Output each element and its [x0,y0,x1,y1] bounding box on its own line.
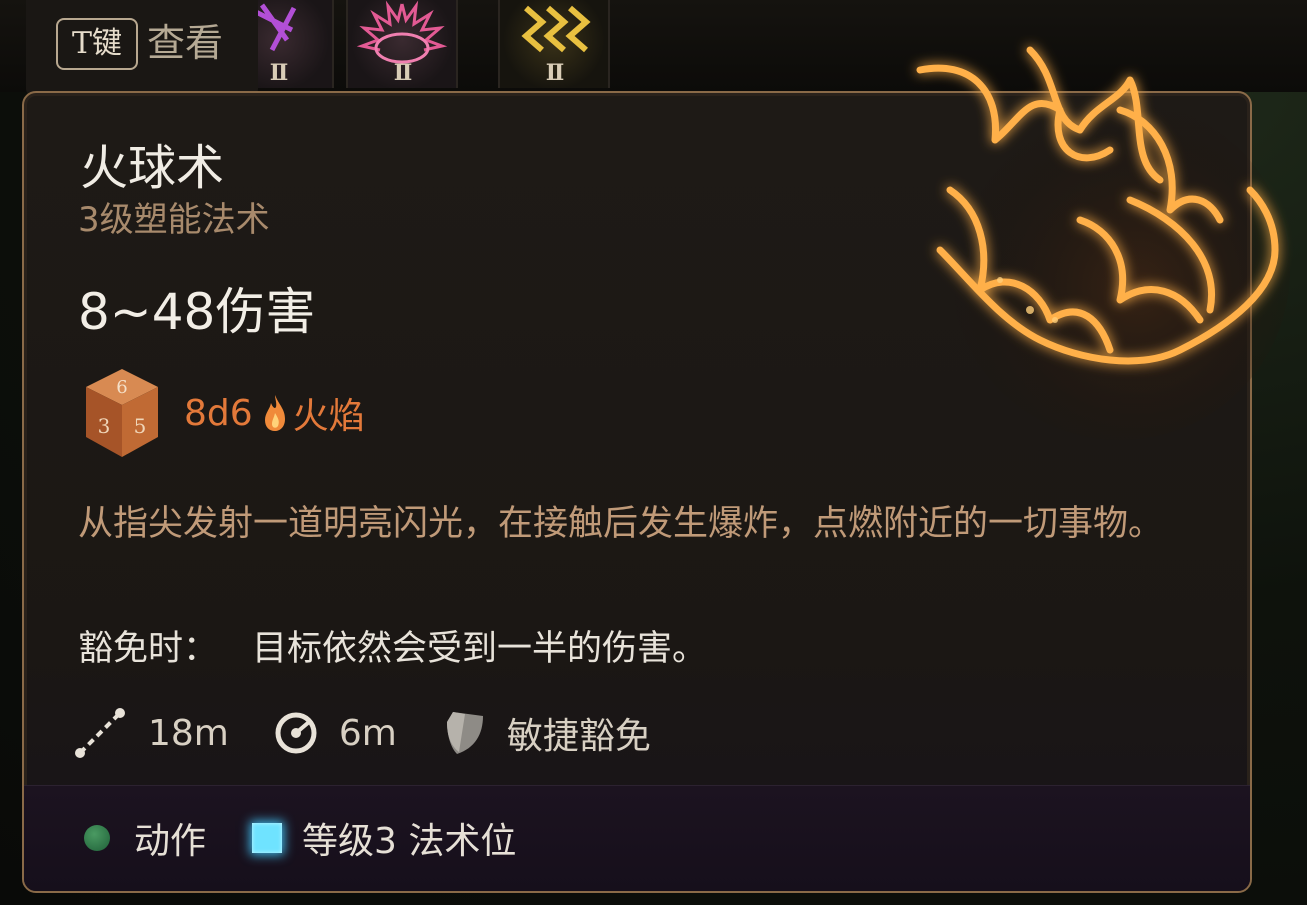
save-line: 豁免时： 目标依然会受到一半的伤害。 [78,623,707,675]
lightning-chevron-icon [521,5,591,53]
action-type: 动作 [134,821,207,862]
slot-rank: II [393,60,413,86]
save-effect: 目标依然会受到一半的伤害。 [252,629,708,669]
flame-icon [264,395,285,431]
inspect-label: 查看 [147,21,224,65]
spell-slot-icon [252,823,283,853]
spell-slot-cost: 等级3 法术位 [302,821,517,862]
save-type-value: 敏捷豁免 [506,716,651,757]
range-line-icon [75,708,125,758]
shield-icon [446,712,483,754]
damage-type: 火焰 [292,396,365,437]
hotbar-slot-3[interactable]: II [498,0,610,88]
fireball-art-icon [916,46,1290,440]
damage-dice: 8d6 [184,392,253,434]
save-label: 豁免时： [78,629,219,669]
spell-description: 从指尖发射一道明亮闪光，在接触后发生爆炸，点燃附近的一切事物。 [78,504,1164,544]
svg-text:6: 6 [116,377,127,398]
aoe-radius-icon [275,712,317,754]
svg-text:5: 5 [134,414,147,438]
damage-summary: 8~48伤害 [78,283,316,341]
hotbar-slot-2[interactable]: II [346,0,458,88]
inspect-key-badge[interactable]: T键 [56,18,138,70]
cost-items: 动作 等级3 法术位 [84,816,516,862]
radius-value: 6m [338,712,397,754]
range-value: 18m [148,712,229,754]
spell-name: 火球术 [80,140,225,196]
spell-school-level: 3级塑能法术 [78,200,270,240]
d6-dice-icon: 6 3 5 [86,369,158,457]
spell-cost-footer: 动作 等级3 法术位 [24,785,1250,891]
svg-text:3: 3 [98,414,111,438]
damage-dice-row: 6 3 5 8d6 火焰 [82,365,365,461]
slot-rank: II [545,60,565,86]
spell-stats-row: 18m 6m 敏捷豁免 [72,705,695,761]
action-resource-icon [84,825,110,851]
